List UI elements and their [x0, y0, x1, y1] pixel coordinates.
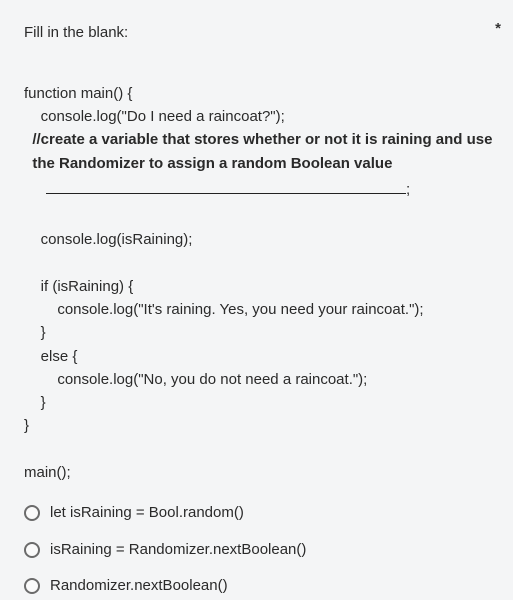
blank-underline	[46, 177, 406, 194]
code-snippet: function main() { console.log("Do I need…	[24, 59, 493, 485]
radio-icon	[24, 505, 40, 521]
blank-semicolon: ;	[406, 181, 410, 198]
answer-options: let isRaining = Bool.random() isRaining …	[24, 502, 493, 600]
code-line: console.log("It's raining. Yes, you need…	[24, 301, 424, 318]
required-asterisk: *	[495, 18, 501, 41]
code-comment: the Randomizer to assign a random Boolea…	[24, 155, 392, 172]
code-line: console.log(isRaining);	[24, 231, 192, 248]
code-line: }	[24, 324, 46, 341]
code-line: console.log("No, you do not need a rainc…	[24, 371, 367, 388]
answer-option-3[interactable]: Randomizer.nextBoolean()	[24, 575, 493, 598]
code-line: }	[24, 417, 29, 434]
radio-icon	[24, 578, 40, 594]
code-comment: //create a variable that stores whether …	[24, 131, 492, 148]
option-label: Randomizer.nextBoolean()	[50, 575, 228, 598]
radio-icon	[24, 542, 40, 558]
fill-blank-line: ;	[24, 177, 493, 201]
code-line: if (isRaining) {	[24, 278, 133, 295]
code-line: else {	[24, 348, 77, 365]
code-line: console.log("Do I need a raincoat?");	[24, 108, 285, 125]
answer-option-1[interactable]: let isRaining = Bool.random()	[24, 502, 493, 525]
question-prompt: Fill in the blank:	[24, 22, 493, 45]
option-label: let isRaining = Bool.random()	[50, 502, 244, 525]
code-line: main();	[24, 464, 71, 481]
answer-option-2[interactable]: isRaining = Randomizer.nextBoolean()	[24, 539, 493, 562]
code-line: }	[24, 394, 46, 411]
option-label: isRaining = Randomizer.nextBoolean()	[50, 539, 306, 562]
code-line: function main() {	[24, 85, 132, 102]
